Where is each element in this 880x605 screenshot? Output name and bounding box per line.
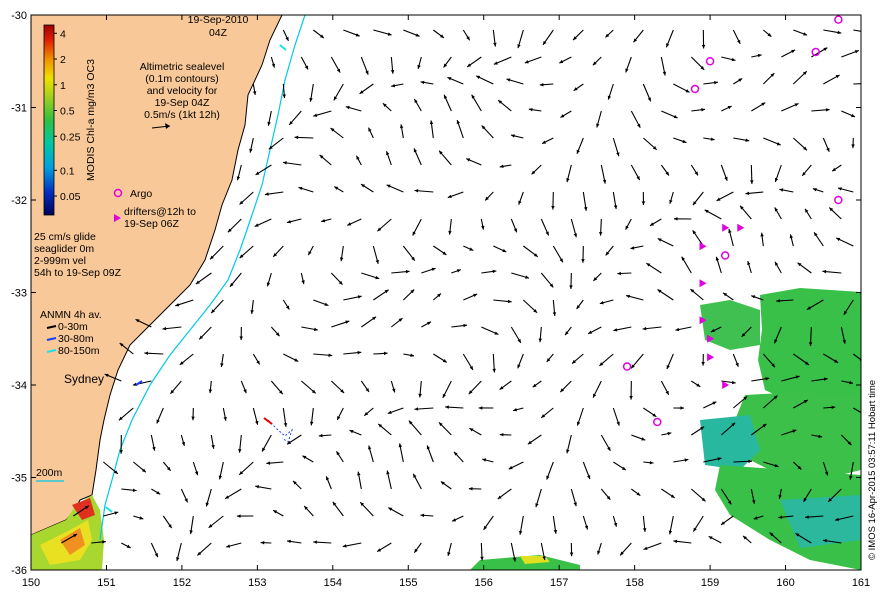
y-tick-label: -35 <box>11 473 27 485</box>
y-tick-label: -30 <box>11 10 27 22</box>
x-tick-label: 158 <box>625 577 643 589</box>
y-tick-label: -33 <box>11 288 27 300</box>
credit-text: © IMOS 16-Apr-2015 03:57:11 Hobart time <box>867 380 878 560</box>
altimetry-line-4: 19-Sep 04Z <box>155 97 210 109</box>
anmn-item-1: 0-30m <box>58 321 88 333</box>
colorbar-tick-label: 1 <box>60 80 66 92</box>
colorbar-tick-label: 4 <box>60 28 66 40</box>
map-canvas: 150 151 152 153 154 155 156 157 158 159 160 161 -30… <box>0 0 880 600</box>
isobath-legend-label: 200m <box>36 467 63 479</box>
colorbar-tick-label: 0.5 <box>60 106 75 118</box>
y-tick-label: -32 <box>11 195 27 207</box>
x-tick-label: 152 <box>173 577 191 589</box>
anmn-item-3: 80-150m <box>58 345 100 357</box>
glider-legend-3: 2-999m vel <box>34 255 86 267</box>
altimetry-line-2: (0.1m contours) <box>145 73 219 85</box>
glider-legend-2: seaglider 0m <box>34 243 94 255</box>
y-tick-label: -36 <box>11 565 27 577</box>
x-tick-label: 161 <box>852 577 870 589</box>
altimetry-legend: Altimetric sealevel (0.1m contours) and … <box>140 61 225 129</box>
y-tick-label: -31 <box>11 103 27 115</box>
glider-legend-4: 54h to 19-Sep 09Z <box>34 267 122 279</box>
colorbar-tick-label: 0.25 <box>60 131 81 143</box>
x-tick-label: 153 <box>248 577 266 589</box>
x-tick-label: 155 <box>399 577 417 589</box>
altimetry-line-5: 0.5m/s (1kt 12h) <box>144 109 220 121</box>
anmn-legend-title: ANMN 4h av. <box>40 309 102 321</box>
x-tick-label: 154 <box>324 577 342 589</box>
drifters-legend-1: drifters@12h to <box>124 206 196 218</box>
city-label-sydney: Sydney <box>64 372 104 386</box>
ocean-current-map: 150 151 152 153 154 155 156 157 158 159 160 161 -30… <box>0 0 880 600</box>
x-tick-label: 150 <box>22 577 40 589</box>
anmn-item-2: 30-80m <box>58 333 94 345</box>
x-tick-label: 157 <box>550 577 568 589</box>
isobath-legend: 200m <box>36 467 64 481</box>
drifters-legend-2: 19-Sep 06Z <box>124 218 179 230</box>
map-date: 19-Sep-2010 <box>188 14 249 26</box>
colorbar-tick-label: 0.1 <box>60 165 75 177</box>
colorbar-tick-label: 2 <box>60 54 66 66</box>
colorbar-tick-label: 0.05 <box>60 191 81 203</box>
x-tick-label: 159 <box>701 577 719 589</box>
velocity-arrowhead <box>868 31 872 34</box>
altimetry-line-1: Altimetric sealevel <box>140 61 225 73</box>
map-time: 04Z <box>209 27 228 39</box>
velocity-arrowhead <box>865 82 869 85</box>
glider-legend-1: 25 cm/s glide <box>34 231 96 243</box>
y-tick-label: -34 <box>11 380 27 392</box>
x-tick-label: 151 <box>97 577 115 589</box>
argo-legend-label: Argo <box>130 188 152 200</box>
x-tick-label: 156 <box>475 577 493 589</box>
altimetry-line-3: and velocity for <box>147 85 218 97</box>
x-tick-label: 160 <box>776 577 794 589</box>
colorbar-title: MODIS Chl-a mg/m3 OC3 <box>85 59 97 181</box>
